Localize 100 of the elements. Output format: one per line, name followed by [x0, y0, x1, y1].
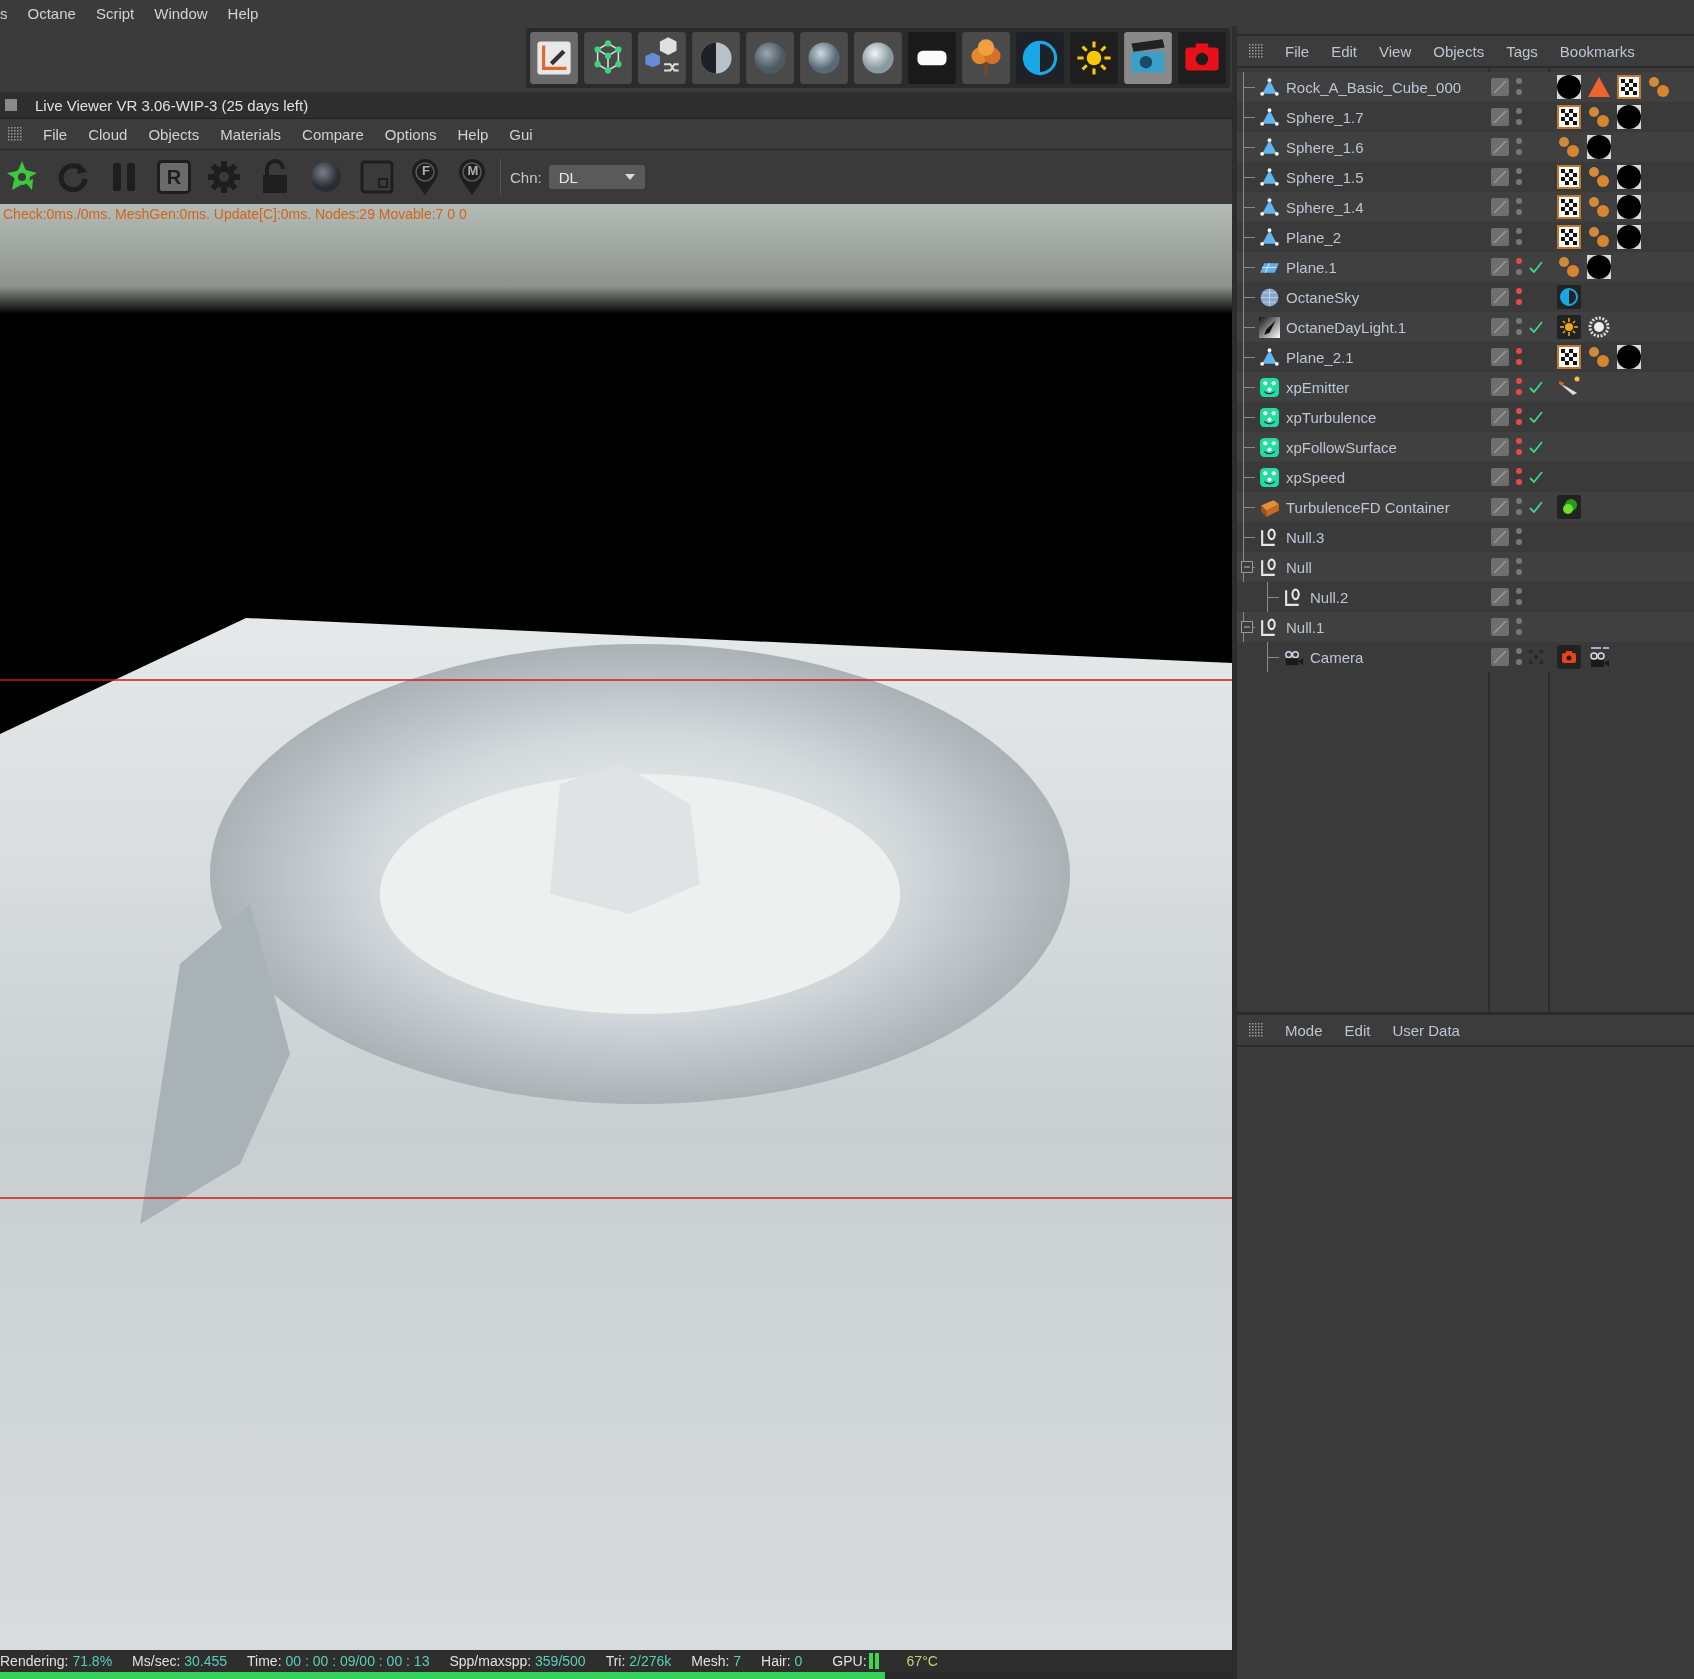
layer-slash-icon[interactable]: [1491, 468, 1509, 486]
spline-pen-icon[interactable]: [529, 31, 579, 85]
layer-slash-icon[interactable]: [1491, 618, 1509, 636]
two-balls-tag-icon[interactable]: [1587, 105, 1611, 129]
layer-slash-icon[interactable]: [1491, 108, 1509, 126]
object-name[interactable]: OctaneSky: [1286, 288, 1360, 306]
checkmark-icon[interactable]: [1529, 320, 1543, 334]
checker-tag-icon[interactable]: [1557, 225, 1581, 249]
visibility-dots-icon[interactable]: [1515, 317, 1523, 337]
two-balls-tag-icon[interactable]: [1587, 225, 1611, 249]
camera-rig-tag-icon[interactable]: [1587, 645, 1611, 669]
visibility-dots-icon[interactable]: [1515, 407, 1523, 427]
menu-item[interactable]: User Data: [1392, 1021, 1460, 1039]
visibility-dots-icon[interactable]: [1515, 287, 1523, 307]
cubes-shuffle-icon[interactable]: [637, 31, 687, 85]
material-ball-icon[interactable]: [1587, 135, 1611, 159]
menu-item[interactable]: Mode: [1285, 1021, 1323, 1039]
visibility-dots-icon[interactable]: [1515, 227, 1523, 247]
menu-item[interactable]: s: [0, 4, 8, 22]
object-name[interactable]: Plane_2: [1286, 228, 1342, 246]
layer-slash-icon[interactable]: [1491, 258, 1509, 276]
menu-item[interactable]: Edit: [1331, 42, 1358, 60]
layer-slash-icon[interactable]: [1491, 408, 1509, 426]
menu-item[interactable]: Materials: [220, 125, 282, 143]
object-name[interactable]: Sphere_1.6: [1286, 138, 1364, 156]
object-name[interactable]: Null.3: [1286, 528, 1325, 546]
layer-slash-icon[interactable]: [1491, 78, 1509, 96]
tree-icon[interactable]: [961, 31, 1011, 85]
object-name[interactable]: xpTurbulence: [1286, 408, 1377, 426]
layer-slash-icon[interactable]: [1491, 438, 1509, 456]
visibility-dots-icon[interactable]: [1515, 107, 1523, 127]
grip-icon[interactable]: [1249, 44, 1263, 58]
material-ball-icon[interactable]: [1557, 75, 1581, 99]
object-name[interactable]: Null.2: [1310, 588, 1349, 606]
object-name[interactable]: Sphere_1.7: [1286, 108, 1364, 126]
object-name[interactable]: Sphere_1.4: [1286, 198, 1364, 216]
checkmark-icon[interactable]: [1529, 380, 1543, 394]
material-ball-icon[interactable]: [1617, 195, 1641, 219]
menu-item[interactable]: Options: [384, 125, 437, 143]
pin-button[interactable]: F: [410, 157, 442, 197]
object-name[interactable]: xpSpeed: [1286, 468, 1346, 486]
two-balls-tag-icon[interactable]: [1647, 75, 1671, 99]
checker-tag-icon[interactable]: [1557, 105, 1581, 129]
checker-tag-icon[interactable]: [1617, 75, 1641, 99]
sphere-icon[interactable]: [308, 159, 344, 195]
object-name[interactable]: Sphere_1.5: [1286, 168, 1364, 186]
layer-slash-icon[interactable]: [1491, 198, 1509, 216]
camera-tag-icon[interactable]: [1557, 645, 1581, 669]
visibility-dots-icon[interactable]: [1515, 557, 1523, 577]
dotted-ring-icon[interactable]: [1587, 315, 1611, 339]
menu-item[interactable]: Objects: [148, 125, 200, 143]
blob-tag-icon[interactable]: [1557, 495, 1581, 519]
visibility-dots-icon[interactable]: [1515, 617, 1523, 637]
camera-icon[interactable]: [1177, 31, 1227, 85]
visibility-dots-icon[interactable]: [1515, 377, 1523, 397]
checker-tag-icon[interactable]: [1557, 165, 1581, 189]
grip-icon[interactable]: [1249, 1023, 1263, 1037]
menu-item[interactable]: Edit: [1344, 1021, 1371, 1039]
object-name[interactable]: Camera: [1310, 648, 1364, 666]
menu-item[interactable]: Gui: [509, 125, 533, 143]
material-ball-icon[interactable]: [1617, 225, 1641, 249]
pin-button[interactable]: M: [457, 157, 489, 197]
menu-item[interactable]: Bookmarks: [1559, 42, 1635, 60]
triangle-tag-icon[interactable]: [1587, 75, 1611, 99]
checkmark-icon[interactable]: [1529, 470, 1543, 484]
glowing-bar-icon[interactable]: [907, 31, 957, 85]
sun-tag-icon[interactable]: [1557, 315, 1581, 339]
menu-item[interactable]: Help: [227, 4, 259, 22]
object-name[interactable]: Null: [1286, 558, 1312, 576]
material-ball-icon[interactable]: [1617, 165, 1641, 189]
half-circle-tag-icon[interactable]: [1557, 285, 1581, 309]
collapse-toggle-icon[interactable]: [1241, 561, 1253, 573]
object-name[interactable]: OctaneDayLight.1: [1286, 318, 1407, 336]
visibility-dots-icon[interactable]: [1515, 167, 1523, 187]
two-balls-tag-icon[interactable]: [1557, 135, 1581, 159]
menu-item[interactable]: Help: [457, 125, 489, 143]
material-ball-icon[interactable]: [1587, 255, 1611, 279]
menu-item[interactable]: Script: [95, 4, 135, 22]
layer-slash-icon[interactable]: [1491, 348, 1509, 366]
visibility-dots-icon[interactable]: [1515, 437, 1523, 457]
visibility-dots-icon[interactable]: [1515, 497, 1523, 517]
visibility-dots-icon[interactable]: [1515, 587, 1523, 607]
object-name[interactable]: xpEmitter: [1286, 378, 1350, 396]
visibility-dots-icon[interactable]: [1515, 77, 1523, 97]
menu-item[interactable]: File: [1285, 42, 1310, 60]
layer-slash-icon[interactable]: [1491, 168, 1509, 186]
layer-slash-icon[interactable]: [1491, 648, 1509, 666]
menu-item[interactable]: View: [1379, 42, 1412, 60]
layer-slash-icon[interactable]: [1491, 558, 1509, 576]
visibility-dots-icon[interactable]: [1515, 257, 1523, 277]
menu-item[interactable]: Window: [154, 4, 208, 22]
material-ball-icon[interactable]: [1617, 345, 1641, 369]
menu-item[interactable]: Octane: [27, 4, 76, 22]
layer-slash-icon[interactable]: [1491, 228, 1509, 246]
object-name[interactable]: Plane.1: [1286, 258, 1337, 276]
checkmark-icon[interactable]: [1529, 410, 1543, 424]
object-name[interactable]: xpFollowSurface: [1286, 438, 1397, 456]
object-name[interactable]: Plane_2.1: [1286, 348, 1354, 366]
layer-slash-icon[interactable]: [1491, 528, 1509, 546]
material-ball-icon[interactable]: [1617, 105, 1641, 129]
